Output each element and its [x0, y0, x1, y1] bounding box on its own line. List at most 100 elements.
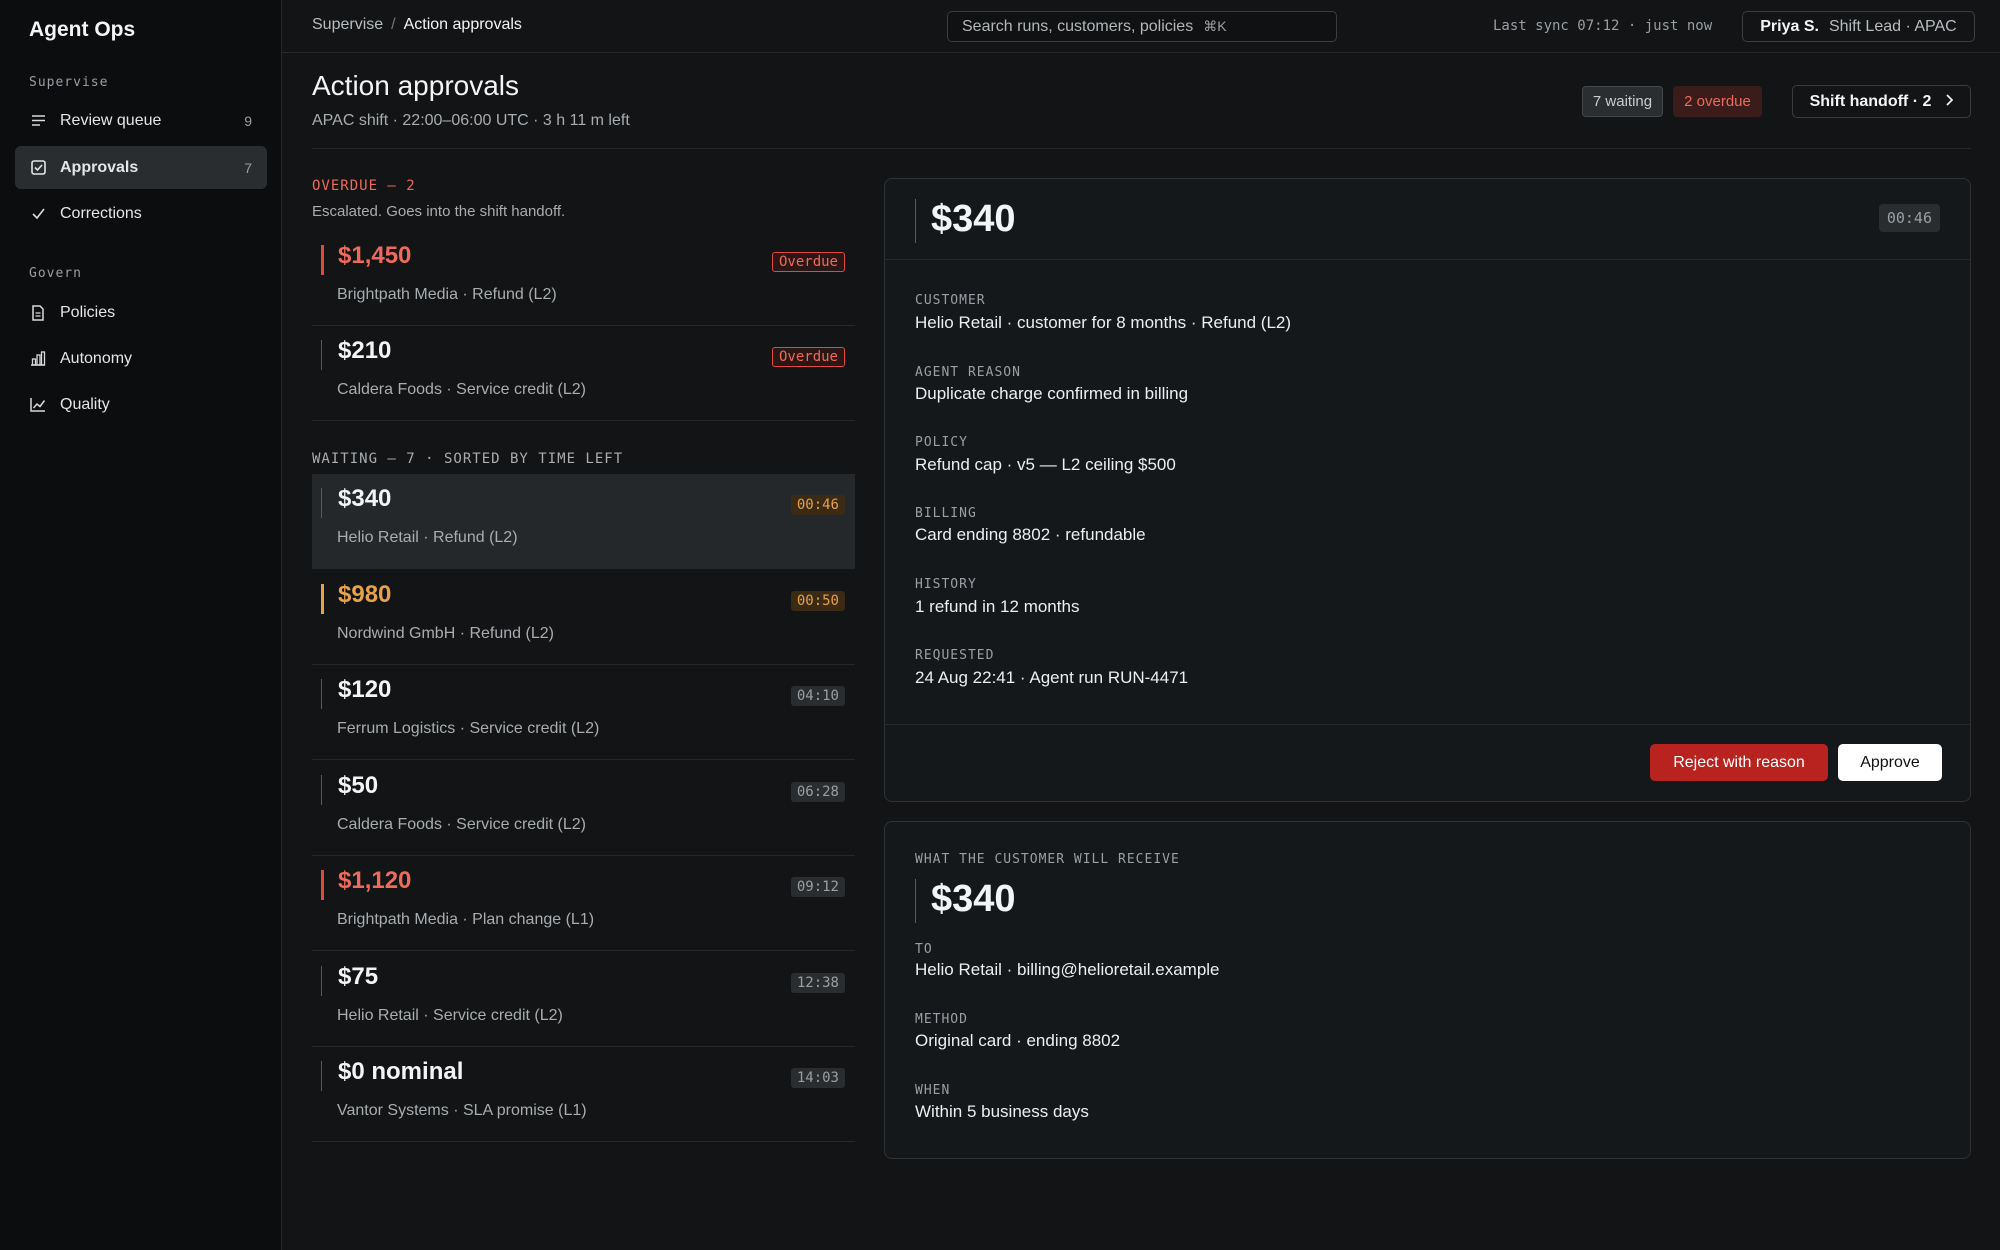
approve-button[interactable]: Approve	[1838, 744, 1942, 781]
approval-row[interactable]: $50 Caldera Foods · Service credit (L2) …	[312, 761, 855, 856]
sidebar-item-quality[interactable]: Quality	[15, 383, 267, 426]
breadcrumb-current: Action approvals	[403, 16, 522, 33]
detail-time-left: 00:46	[1878, 204, 1940, 232]
approval-meta: Caldera Foods · Service credit (L2)	[337, 381, 586, 398]
breadcrumb-supervise[interactable]: Supervise	[312, 16, 383, 33]
sidebar-item-label: Corrections	[60, 204, 142, 222]
field-label-history: HISTORY	[915, 577, 977, 592]
approval-meta: Nordwind GmbH · Refund (L2)	[337, 625, 554, 642]
sidebar-item-autonomy[interactable]: Autonomy	[15, 337, 267, 380]
priority-bar	[321, 870, 324, 900]
approval-row[interactable]: $1,120 Brightpath Media · Plan change (L…	[312, 856, 855, 951]
field-label-billing: BILLING	[915, 506, 977, 521]
field-label-customer: CUSTOMER	[915, 293, 986, 308]
section-label-govern: Govern	[29, 266, 82, 281]
approval-amount: $340	[338, 485, 392, 512]
approval-amount: $75	[338, 963, 379, 990]
detail-divider	[885, 259, 1970, 260]
overdue-group-description: Escalated. Goes into the shift handoff.	[312, 203, 566, 220]
field-value-history: 1 refund in 12 months	[915, 597, 1080, 616]
approval-row[interactable]: $0 nominal Vantor Systems · SLA promise …	[312, 1047, 855, 1142]
sync-status: Last sync 07:12 · just now	[1493, 18, 1713, 34]
approval-amount: $980	[338, 581, 392, 608]
sidebar-item-policies[interactable]: Policies	[15, 291, 267, 334]
field-value-customer: Helio Retail · customer for 8 months · R…	[915, 313, 1292, 332]
search-input[interactable]: Search runs, customers, policies ⌘K	[947, 11, 1337, 42]
field-value-when: Within 5 business days	[915, 1102, 1089, 1121]
receive-section-label: WHAT THE CUSTOMER WILL RECEIVE	[915, 852, 1180, 867]
reject-button[interactable]: Reject with reason	[1650, 744, 1828, 781]
user-menu-button[interactable]: Priya S. Shift Lead · APAC	[1742, 11, 1975, 42]
time-left-badge: 04:10	[790, 686, 845, 706]
sidebar-item-count: 9	[244, 112, 252, 129]
line-chart-icon	[30, 397, 46, 413]
field-value-billing: Card ending 8802 · refundable	[915, 525, 1146, 544]
document-icon	[30, 304, 46, 321]
field-label-to: TO	[915, 942, 933, 957]
sidebar-item-label: Review queue	[60, 111, 162, 129]
waiting-count-badge: 7 waiting	[1582, 86, 1663, 117]
priority-bar	[321, 966, 322, 996]
approval-meta: Brightpath Media · Refund (L2)	[337, 286, 557, 303]
time-left-badge: 14:03	[790, 1068, 845, 1088]
sidebar-item-corrections[interactable]: Corrections	[15, 192, 267, 235]
priority-bar	[321, 775, 322, 805]
field-label-when: WHEN	[915, 1083, 951, 1098]
field-value-method: Original card · ending 8802	[915, 1031, 1121, 1050]
section-label-supervise: Supervise	[29, 75, 109, 90]
approval-amount: $120	[338, 676, 392, 703]
sidebar-item-approvals[interactable]: Approvals 7	[15, 146, 267, 189]
customer-receives-card: WHAT THE CUSTOMER WILL RECEIVE $340 TO H…	[884, 821, 1971, 1159]
approval-row[interactable]: $120 Ferrum Logistics · Service credit (…	[312, 665, 855, 760]
app-title: Agent Ops	[29, 18, 136, 41]
breadcrumb-separator: /	[391, 16, 396, 33]
shift-handoff-button[interactable]: Shift handoff · 2	[1792, 85, 1971, 118]
receive-amount: $340	[931, 878, 1016, 920]
waiting-group-label: WAITING — 7 · SORTED BY TIME LEFT	[312, 451, 624, 467]
sidebar-item-count: 7	[244, 159, 252, 176]
checkbox-icon	[30, 160, 46, 176]
time-left-badge: 06:28	[790, 782, 845, 802]
check-icon	[30, 206, 46, 222]
field-label-policy: POLICY	[915, 435, 968, 450]
page-subtitle: APAC shift · 22:00–06:00 UTC · 3 h 11 m …	[312, 112, 630, 129]
search-placeholder: Search runs, customers, policies	[962, 17, 1194, 35]
priority-bar	[321, 679, 322, 709]
breadcrumb: Supervise / Action approvals	[312, 16, 522, 34]
approval-amount: $0 nominal	[338, 1058, 464, 1085]
sidebar: Agent Ops Supervise Review queue 9 Appro…	[0, 0, 282, 1250]
search-shortcut: ⌘K	[1203, 18, 1227, 34]
shift-handoff-label: Shift handoff · 2	[1809, 92, 1932, 110]
page-title: Action approvals	[312, 70, 520, 101]
approval-meta: Helio Retail · Refund (L2)	[337, 529, 518, 546]
user-name: Priya S.	[1760, 17, 1819, 35]
approval-row[interactable]: $75 Helio Retail · Service credit (L2) 1…	[312, 952, 855, 1047]
sidebar-item-label: Quality	[60, 395, 110, 413]
actions-divider	[885, 724, 1970, 725]
sidebar-item-review-queue[interactable]: Review queue 9	[15, 99, 267, 142]
approval-row[interactable]: $980 Nordwind GmbH · Refund (L2) 00:50	[312, 570, 855, 665]
time-left-badge: 00:46	[790, 495, 845, 515]
priority-bar	[321, 340, 322, 370]
approval-amount: $1,450	[338, 242, 412, 269]
approval-amount: $50	[338, 772, 379, 799]
overdue-badge: Overdue	[771, 347, 845, 367]
field-label-method: METHOD	[915, 1012, 968, 1027]
time-left-badge: 12:38	[790, 973, 845, 993]
list-icon	[30, 113, 46, 129]
field-label-agent-reason: AGENT REASON	[915, 365, 1021, 380]
field-value-to: Helio Retail · billing@helioretail.examp…	[915, 960, 1220, 979]
approval-meta: Brightpath Media · Plan change (L1)	[337, 911, 595, 928]
bar-chart-icon	[30, 351, 46, 367]
approval-meta: Ferrum Logistics · Service credit (L2)	[337, 720, 600, 737]
approval-row-selected[interactable]: $340 Helio Retail · Refund (L2) 00:46	[312, 474, 855, 569]
sidebar-item-label: Approvals	[60, 158, 139, 176]
field-value-requested: 24 Aug 22:41 · Agent run RUN-4471	[915, 668, 1189, 687]
approval-row-overdue[interactable]: $210 Caldera Foods · Service credit (L2)…	[312, 326, 855, 421]
chevron-right-icon	[1945, 93, 1954, 111]
amount-accent-bar	[915, 199, 916, 243]
approval-meta: Helio Retail · Service credit (L2)	[337, 1007, 563, 1024]
priority-bar	[321, 1061, 322, 1091]
priority-bar	[321, 245, 324, 275]
approval-row-overdue[interactable]: $1,450 Brightpath Media · Refund (L2) Ov…	[312, 231, 855, 326]
